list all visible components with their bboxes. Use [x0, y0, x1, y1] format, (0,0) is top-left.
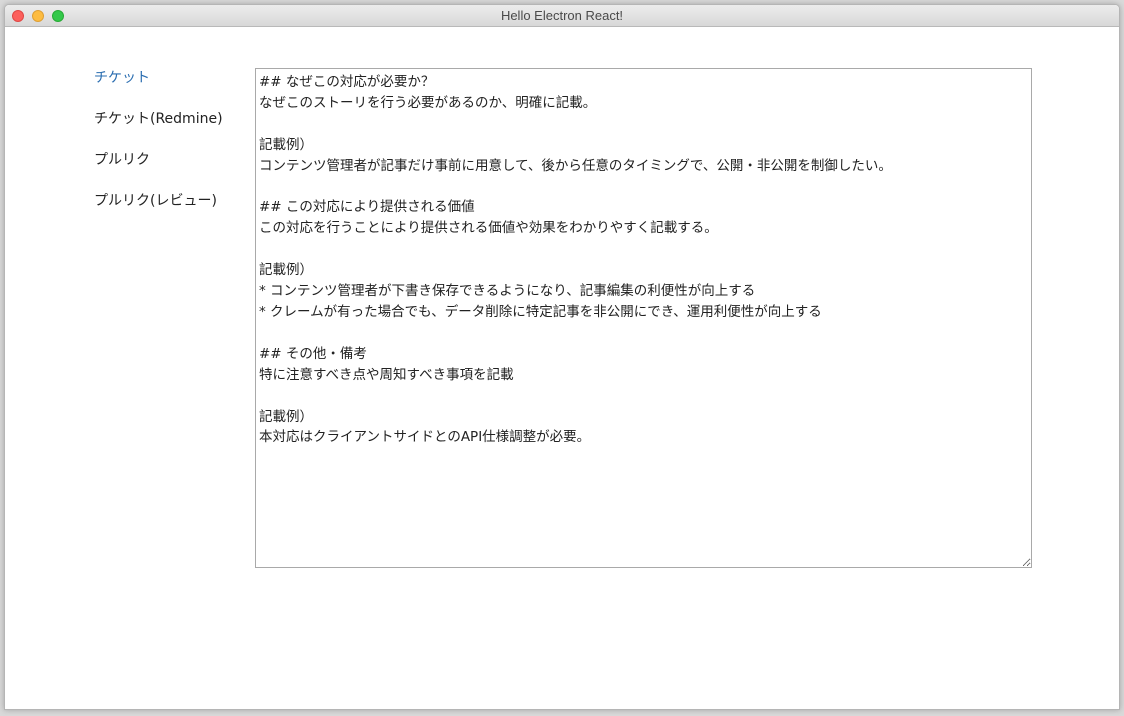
template-editor-textarea[interactable]: ## なぜこの対応が必要か？ なぜこのストーリを行う必要があるのか、明確に記載。… — [255, 68, 1032, 568]
nav-item-ticket-redmine[interactable]: チケット(Redmine) — [94, 108, 244, 149]
nav-item-pullrequest[interactable]: プルリク — [94, 149, 244, 190]
sidebar-nav: チケット チケット(Redmine) プルリク プルリク(レビュー) — [94, 67, 244, 231]
nav-item-ticket[interactable]: チケット — [94, 67, 244, 108]
app-window: Hello Electron React! チケット チケット(Redmine)… — [4, 4, 1120, 710]
title-bar[interactable]: Hello Electron React! — [5, 5, 1119, 27]
window-title: Hello Electron React! — [500, 8, 624, 23]
nav-item-pullrequest-review[interactable]: プルリク(レビュー) — [94, 190, 244, 231]
